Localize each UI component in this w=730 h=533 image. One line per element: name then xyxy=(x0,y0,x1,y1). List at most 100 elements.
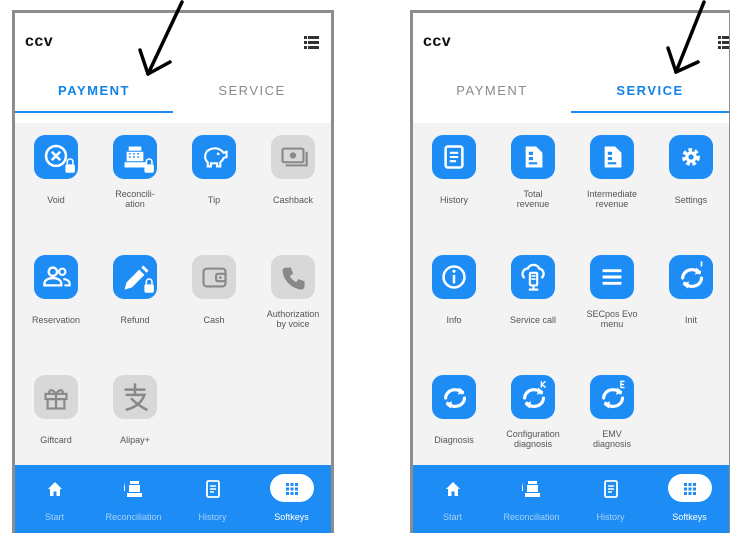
softkey-emv-diagnosis[interactable]: EMV diagnosis xyxy=(573,375,651,465)
softkey-history[interactable]: History xyxy=(415,135,493,225)
cloud-terminal-icon xyxy=(521,263,545,291)
softkey-total-revenue[interactable]: Total revenue xyxy=(494,135,572,225)
softkey-button[interactable] xyxy=(511,375,555,419)
softkey-button[interactable] xyxy=(192,135,236,179)
tab-service[interactable]: SERVICE xyxy=(571,79,729,113)
softkey-secpos-evo-menu[interactable]: SECpos Evo menu xyxy=(573,255,651,345)
softkey-diagnosis[interactable]: Diagnosis xyxy=(415,375,493,465)
softkey-button[interactable] xyxy=(669,255,713,299)
softkey-intermediate-revenue[interactable]: Intermediate revenue xyxy=(573,135,651,225)
nav-softkeys[interactable]: Softkeys xyxy=(650,465,729,533)
softkey-button[interactable] xyxy=(511,135,555,179)
softkey-giftcard: Giftcard xyxy=(17,375,95,465)
softkey-button[interactable] xyxy=(669,135,713,179)
softkey-label: Total revenue xyxy=(516,189,550,209)
nav-reconciliation[interactable]: Reconciliation xyxy=(94,465,173,533)
softkey-init[interactable]: Init xyxy=(652,255,729,345)
softkey-button[interactable] xyxy=(34,255,78,299)
softkey-button[interactable] xyxy=(113,255,157,299)
softkey-label: Reservation xyxy=(31,315,81,325)
tab-payment[interactable]: PAYMENT xyxy=(413,79,571,113)
tab-service[interactable]: SERVICE xyxy=(173,79,331,113)
nav-softkeys[interactable]: Softkeys xyxy=(252,465,331,533)
ccv-logo: ccv xyxy=(25,33,54,50)
softkey-cash: Cash xyxy=(175,255,253,345)
nav-reconciliation[interactable]: Reconciliation xyxy=(492,465,571,533)
grid-icon xyxy=(683,483,696,495)
list-icon xyxy=(205,480,220,498)
softkey-button[interactable] xyxy=(590,255,634,299)
grid-icon xyxy=(285,483,298,495)
softkey-button[interactable] xyxy=(113,135,157,179)
softkey-label: EMV diagnosis xyxy=(592,429,632,449)
softkey-cashback: Cashback xyxy=(254,135,331,225)
nav-start[interactable]: Start xyxy=(15,465,94,533)
softkey-button[interactable] xyxy=(432,375,476,419)
active-tab-indicator xyxy=(571,111,729,113)
softkey-button[interactable] xyxy=(590,135,634,179)
softkey-label: History xyxy=(439,195,468,205)
bottom-navigation: Start Reconciliation History Softkeys xyxy=(15,465,331,533)
sync-e-icon xyxy=(602,380,625,409)
softkey-label: Service call xyxy=(509,315,556,325)
softkey-refund[interactable]: Refund xyxy=(96,255,174,345)
softkey-alipay: Alipay+ xyxy=(96,375,174,465)
ccv-logo: ccv xyxy=(423,33,452,50)
hamburger-icon xyxy=(602,269,622,285)
softkey-reconcili-ation[interactable]: Reconcili- ation xyxy=(96,135,174,225)
softkey-label: Diagnosis xyxy=(434,435,474,445)
softkey-service-call[interactable]: Service call xyxy=(494,255,572,345)
sync-k-icon xyxy=(523,380,547,409)
document-icon xyxy=(525,146,543,168)
sync-init-icon xyxy=(681,261,704,289)
softkey-button[interactable] xyxy=(590,375,634,419)
softkey-label: Refund xyxy=(120,315,150,325)
phone-icon xyxy=(282,267,305,290)
softkey-info[interactable]: Info xyxy=(415,255,493,345)
softkey-button xyxy=(192,255,236,299)
softkey-label: Authorization by voice xyxy=(266,309,320,329)
list-icon xyxy=(603,480,618,498)
nav-label: Reconciliation xyxy=(105,512,162,522)
softkey-authorization-by-voice: Authorization by voice xyxy=(254,255,331,345)
list-view-icon[interactable] xyxy=(304,36,319,49)
softkey-reservation[interactable]: Reservation xyxy=(17,255,95,345)
tab-payment[interactable]: PAYMENT xyxy=(15,79,173,113)
list-icon xyxy=(444,145,464,169)
piggy-bank-icon xyxy=(204,147,228,168)
softkey-button xyxy=(113,375,157,419)
softkey-settings[interactable]: Settings xyxy=(652,135,729,225)
softkey-label: Cash xyxy=(203,315,225,325)
softkey-label: Tip xyxy=(207,195,221,205)
nav-history[interactable]: History xyxy=(173,465,252,533)
softkey-label: Configuration diagnosis xyxy=(506,429,560,449)
softkey-button[interactable] xyxy=(34,135,78,179)
cashback-icon xyxy=(281,147,308,167)
softkey-button[interactable] xyxy=(511,255,555,299)
gear-icon xyxy=(682,148,700,166)
nav-label: History xyxy=(596,512,625,522)
softkey-button[interactable] xyxy=(432,135,476,179)
wallet-icon xyxy=(202,267,227,288)
nav-label: History xyxy=(198,512,227,522)
nav-label: Start xyxy=(442,512,462,522)
softkey-void[interactable]: Void xyxy=(17,135,95,225)
softkey-configuration-diagnosis[interactable]: Configuration diagnosis xyxy=(494,375,572,465)
softkey-label: Reconcili- ation xyxy=(115,189,155,209)
nav-start[interactable]: Start xyxy=(413,465,492,533)
gift-icon xyxy=(44,389,68,410)
softkey-button[interactable] xyxy=(432,255,476,299)
softkey-label: Intermediate revenue xyxy=(586,189,638,209)
alipay-icon xyxy=(124,383,148,411)
softkey-label: Alipay+ xyxy=(120,435,150,445)
document-icon xyxy=(604,146,622,168)
softkey-label: Settings xyxy=(674,195,708,205)
sync-icon xyxy=(444,387,467,409)
softkey-tip[interactable]: Tip xyxy=(175,135,253,225)
softkey-label: Info xyxy=(446,315,462,325)
annotation-arrow xyxy=(138,0,184,76)
people-icon xyxy=(43,266,71,287)
payment-phone-screen: ccv PAYMENT SERVICE Void Reconcili- ation… xyxy=(12,10,334,533)
softkey-label: Cashback xyxy=(272,195,314,205)
nav-history[interactable]: History xyxy=(571,465,650,533)
